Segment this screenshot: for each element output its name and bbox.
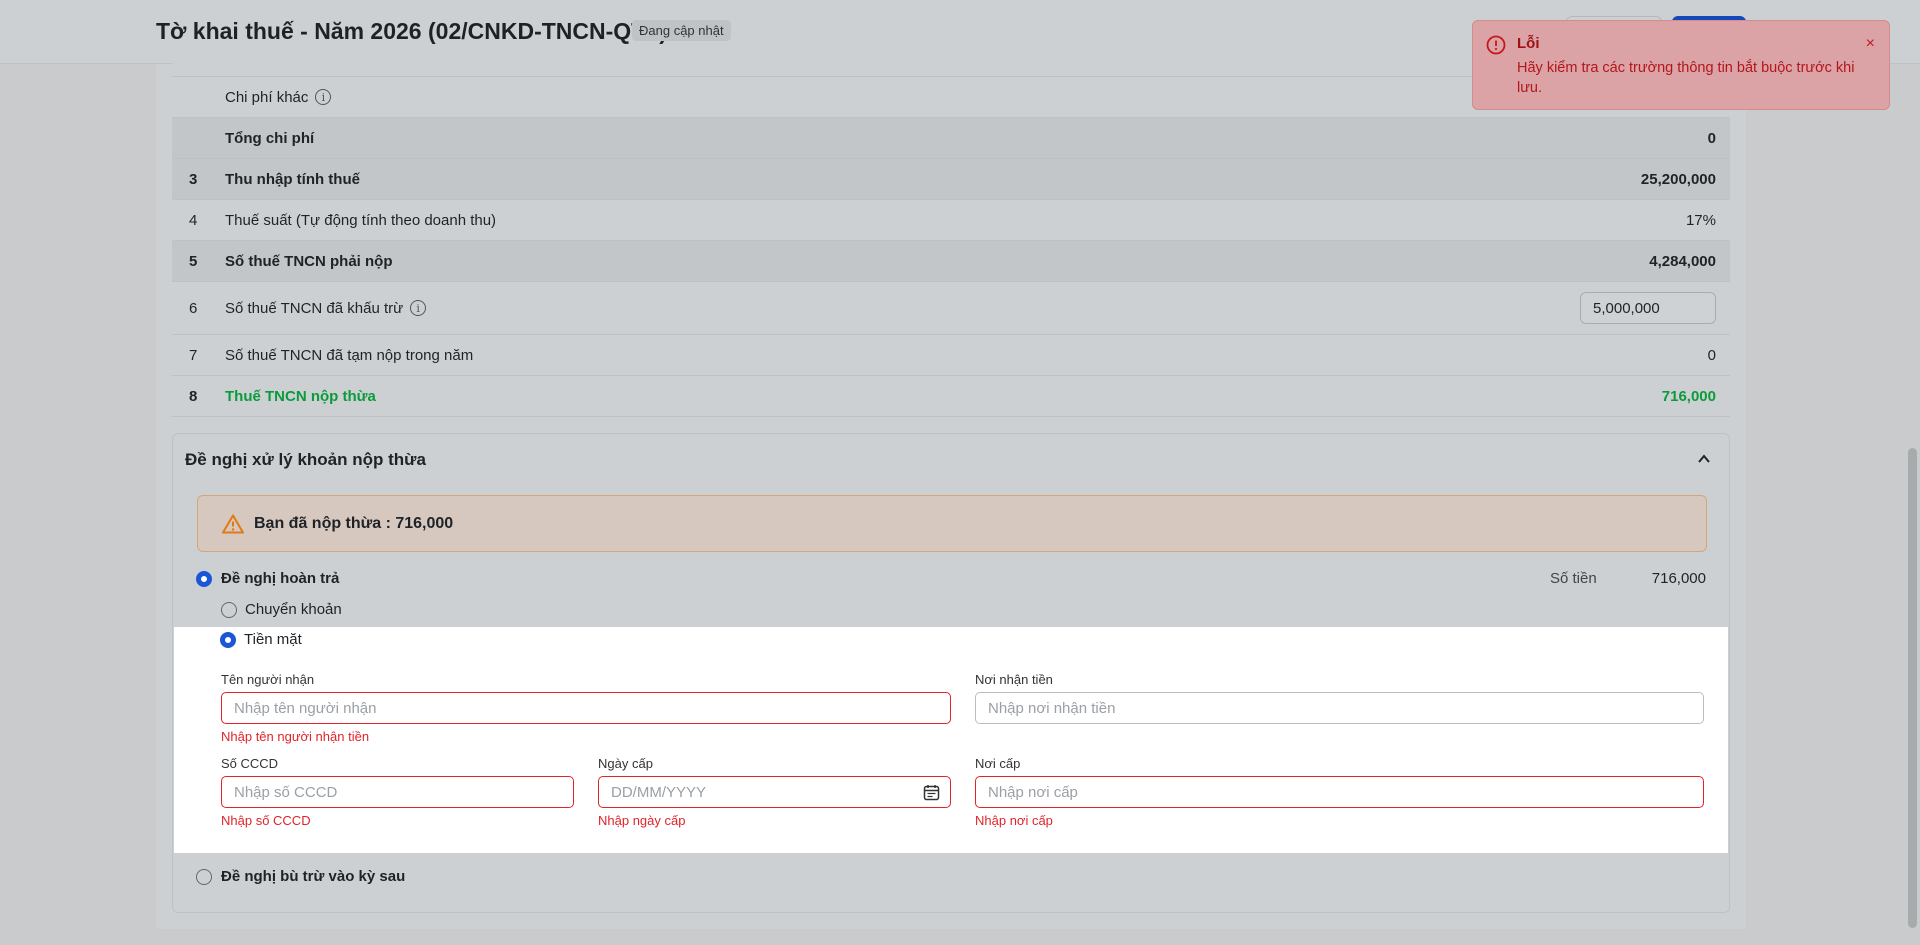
issue-date-label: Ngày cấp [598,756,653,771]
issue-place-input[interactable]: Nhập nơi cấp [975,776,1704,808]
toast-title: Lỗi [1517,35,1540,52]
row-number: 4 [189,211,198,229]
issue-date-error: Nhập ngày cấp [598,813,686,828]
row-value: 0 [1707,346,1716,364]
scrollbar-thumb[interactable] [1908,448,1917,928]
id-input[interactable]: Nhập số CCCD [221,776,574,808]
amount-value: 716,000 [1651,570,1706,587]
table-row: 6 Số thuế TNCN đã khấu trừ i 5,000,000 [172,282,1730,335]
table-row: 7 Số thuế TNCN đã tạm nộp trong năm 0 [172,335,1730,376]
id-label: Số CCCD [221,756,279,771]
issue-place-error: Nhập nơi cấp [975,813,1053,828]
chevron-up-icon[interactable] [1697,452,1711,466]
refund-radio[interactable] [196,571,212,587]
table-row: 5 Số thuế TNCN phải nộp 4,284,000 [172,241,1730,282]
transfer-option-label: Chuyển khoản [245,601,342,618]
recipient-label: Tên người nhận [221,672,315,687]
row-number: 7 [189,346,198,364]
row-label: Thu nhập tính thuế [225,170,360,188]
row-number: 8 [189,387,198,405]
recipient-error: Nhập tên người nhận tiền [221,729,370,744]
receive-place-label: Nơi nhận tiền [975,672,1053,687]
row-value: 716,000 [1661,387,1716,405]
issue-date-input[interactable]: DD/MM/YYYY [598,776,951,808]
overpay-alert: Bạn đã nộp thừa : 716,000 [197,495,1707,552]
row-value: 4,284,000 [1649,252,1716,270]
transfer-radio[interactable] [221,602,237,618]
toast-message: Hãy kiểm tra các trường thông tin bắt bu… [1517,60,1855,96]
warning-icon [222,514,244,534]
page-title: Tờ khai thuế - Năm 2026 (02/CNKD-TNCN-QT… [156,18,667,44]
row-value: 0 [1707,129,1716,147]
section-title: Đề nghị xử lý khoản nộp thừa [185,450,426,469]
offset-radio[interactable] [196,869,212,885]
row-label-text: Số thuế TNCN đã khấu trừ [225,299,404,317]
cash-radio[interactable] [220,632,236,648]
row-number: 3 [189,170,198,188]
row-value: 25,200,000 [1640,170,1716,188]
row-label-text: Chi phí khác [225,88,309,106]
row-label: Số thuế TNCN phải nộp [225,252,393,270]
calendar-icon[interactable] [923,784,940,801]
close-icon[interactable]: × [1866,35,1875,53]
id-error: Nhập số CCCD [221,813,311,828]
offset-option-label: Đề nghị bù trừ vào kỳ sau [221,868,406,885]
issue-date-placeholder: DD/MM/YYYY [611,784,707,801]
row-label: Thuế TNCN nộp thừa [225,387,376,405]
row-label: Tổng chi phí [225,129,315,147]
row-label: Thuế suất (Tự động tính theo doanh thu) [225,211,497,229]
row-number: 6 [189,299,198,317]
amount-label: Số tiền [1550,570,1597,587]
withheld-tax-input[interactable]: 5,000,000 [1580,292,1716,324]
alert-text: Bạn đã nộp thừa : 716,000 [254,515,454,532]
row-label: Số thuế TNCN đã tạm nộp trong năm [225,346,474,364]
error-toast: Lỗi Hãy kiểm tra các trường thông tin bắ… [1472,20,1890,110]
recipient-input[interactable]: Nhập tên người nhận [221,692,951,724]
info-icon[interactable]: i [410,300,427,316]
table-row: 3 Thu nhập tính thuế 25,200,000 [172,159,1730,200]
cash-option-label: Tiền mặt [244,631,302,648]
info-icon[interactable]: i [315,89,332,105]
row-value: 17% [1685,211,1716,229]
error-icon [1486,35,1506,55]
table-row: 4 Thuế suất (Tự động tính theo doanh thu… [172,200,1730,241]
receive-place-input[interactable]: Nhập nơi nhận tiền [975,692,1704,724]
row-label: Số thuế TNCN đã khấu trừ i [225,299,427,317]
status-badge: Đang cập nhật [632,20,731,41]
table-row: 8 Thuế TNCN nộp thừa 716,000 [172,376,1730,417]
refund-option-label: Đề nghị hoàn trả [221,570,340,587]
cash-form-panel: Tiền mặt Tên người nhận Nhập tên người n… [174,627,1728,853]
issue-place-label: Nơi cấp [975,756,1021,771]
row-label: Chi phí khác i [225,88,332,106]
table-row: Tổng chi phí 0 [172,118,1730,159]
row-number: 5 [189,252,198,270]
